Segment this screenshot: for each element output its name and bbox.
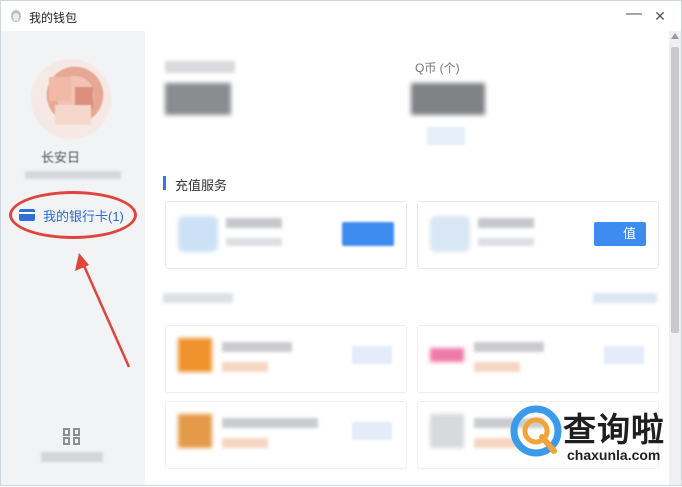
watermark-url: chaxunla.com	[567, 447, 661, 463]
wallet-window: 我的钱包 — ✕ 长安日 我的银行卡(1) Q币 (个) 充值服务 值 查询啦 …	[0, 0, 682, 486]
watermark-text: 查询啦	[563, 410, 665, 449]
chaxunla-logo-icon	[510, 405, 562, 457]
